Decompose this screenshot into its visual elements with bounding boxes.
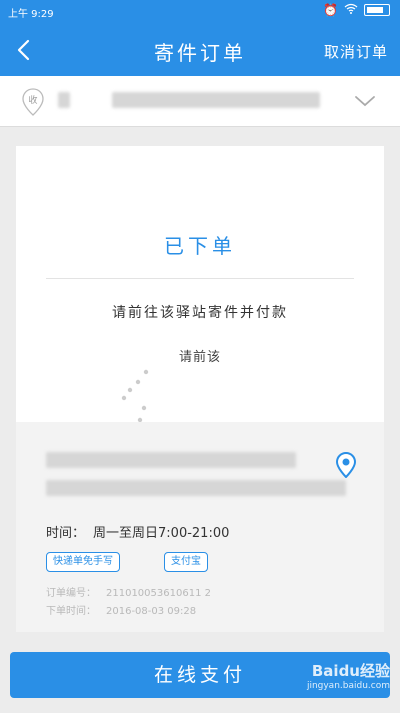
recipient-tag: 收: [28, 94, 37, 106]
watermark-url: jingyan.baidu.com: [306, 681, 390, 691]
hours-label: 时间：: [46, 526, 86, 541]
chevron-down-icon[interactable]: [354, 94, 376, 108]
order-card: 已下单 请前往该驿站寄件并付款 请前该 时间： 周一至周日7:00-21:00 快…: [16, 142, 384, 632]
station-address-redacted: [46, 480, 346, 496]
tag-free-waybill: 快递单免手写: [46, 552, 120, 572]
order-status-title: 已下单: [164, 234, 236, 258]
order-time-label: 下单时间：: [46, 606, 96, 617]
status-icons: ⏰: [323, 3, 390, 17]
order-time: 下单时间： 2016-08-03 09:28: [46, 602, 196, 617]
address-redacted: [58, 92, 70, 108]
app-header: 寄件订单 取消订单: [0, 24, 400, 76]
station-info: 请前该: [178, 350, 221, 365]
order-instruction: 请前往该驿站寄件并付款: [112, 305, 288, 321]
baidu-watermark: Baidu经验 jingyan.baidu.com: [307, 660, 390, 691]
station-name-redacted: [46, 452, 296, 468]
battery-icon: [364, 4, 390, 16]
station-details: 时间： 周一至周日7:00-21:00 快递单免手写 支付宝 订单编号： 21101…: [16, 422, 384, 632]
location-pin-icon[interactable]: [336, 452, 356, 478]
decorative-dots: [121, 369, 149, 423]
cancel-order-button[interactable]: 取消订单: [324, 41, 388, 62]
recipient-pin-icon: 收: [22, 88, 44, 116]
order-number: 订单编号： 211010053610611 2: [46, 584, 211, 599]
order-time-value: 2016-08-03 09:28: [106, 606, 197, 617]
address-redacted: [112, 92, 320, 108]
wifi-icon: [344, 3, 358, 17]
status-bar: 上午 9:29 ⏰: [0, 0, 400, 24]
alarm-icon: ⏰: [323, 3, 338, 17]
watermark-brand: Baidu经验: [311, 662, 390, 680]
divider: [46, 278, 354, 279]
recipient-address-row[interactable]: 收: [0, 76, 400, 127]
tag-alipay: 支付宝: [164, 552, 208, 572]
hours-value: 周一至周日7:00-21:00: [93, 526, 230, 541]
perforated-edge: [16, 142, 384, 150]
business-hours: 时间： 周一至周日7:00-21:00: [46, 522, 229, 541]
order-number-label: 订单编号：: [46, 588, 96, 599]
order-number-value: 211010053610611 2: [106, 588, 211, 599]
status-time: 上午 9:29: [8, 9, 54, 20]
